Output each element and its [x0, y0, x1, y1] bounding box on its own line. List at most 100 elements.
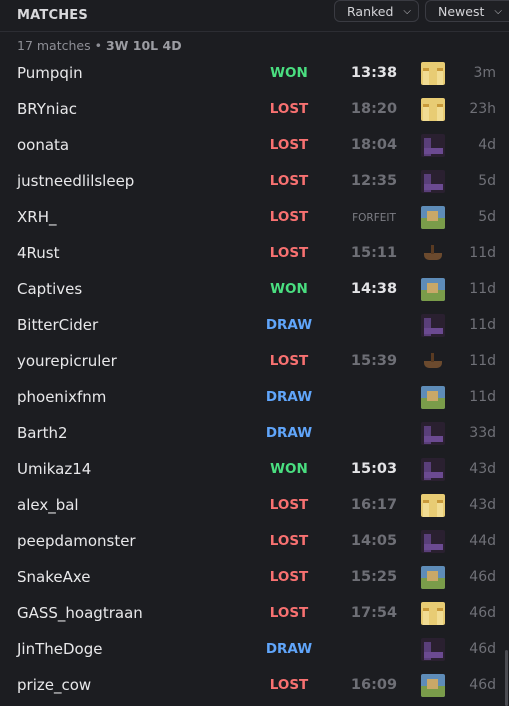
opponent-name[interactable]: peepdamonster	[17, 532, 136, 550]
match-result: WON	[270, 281, 308, 297]
match-row[interactable]: GASS_hoagtraan LOST 17:54 46d	[0, 596, 509, 632]
match-time: 14:38	[350, 281, 398, 297]
match-time: 16:09	[350, 677, 398, 693]
match-result: LOST	[269, 101, 309, 117]
match-age: 11d	[469, 281, 496, 297]
match-age: 4d	[478, 137, 496, 153]
match-age: 3m	[473, 65, 496, 81]
bastion-icon	[421, 530, 445, 553]
bastion-icon	[421, 170, 445, 193]
opponent-name[interactable]: GASS_hoagtraan	[17, 604, 143, 622]
match-age: 46d	[469, 569, 496, 585]
bastion-icon	[421, 422, 445, 445]
match-row[interactable]: justneedlilsleep LOST 12:35 5d	[0, 164, 509, 200]
match-time: 15:39	[350, 353, 398, 369]
desert-temple-icon	[421, 98, 445, 121]
opponent-name[interactable]: yourepicruler	[17, 352, 117, 370]
opponent-name[interactable]: Barth2	[17, 424, 68, 442]
sort-dropdown[interactable]: Newest ⌵	[425, 0, 509, 22]
match-row[interactable]: oonata LOST 18:04 4d	[0, 128, 509, 164]
match-age: 46d	[469, 605, 496, 621]
match-age: 11d	[469, 389, 496, 405]
matches-header: MATCHES Ranked ⌵ Newest ⌵	[0, 0, 509, 32]
match-age: 5d	[478, 173, 496, 189]
match-row[interactable]: SnakeAxe LOST 15:25 46d	[0, 560, 509, 596]
match-result: WON	[270, 461, 308, 477]
shipwreck-icon	[421, 350, 445, 373]
match-row[interactable]: 4Rust LOST 15:11 11d	[0, 236, 509, 272]
opponent-name[interactable]: 4Rust	[17, 244, 60, 262]
match-time: 16:17	[350, 497, 398, 513]
match-row[interactable]: alex_bal LOST 16:17 43d	[0, 488, 509, 524]
village-icon	[421, 566, 445, 589]
match-result: DRAW	[265, 389, 313, 405]
opponent-name[interactable]: XRH_	[17, 208, 56, 226]
match-row[interactable]: Pumpqin WON 13:38 3m	[0, 56, 509, 92]
opponent-name[interactable]: prize_cow	[17, 676, 91, 694]
scrollbar[interactable]	[505, 650, 508, 706]
match-row[interactable]: Barth2 DRAW 33d	[0, 416, 509, 452]
opponent-name[interactable]: Captives	[17, 280, 82, 298]
match-result: LOST	[269, 245, 309, 261]
match-row[interactable]: JinTheDoge DRAW 46d	[0, 632, 509, 668]
opponent-name[interactable]: SnakeAxe	[17, 568, 91, 586]
match-result: DRAW	[265, 425, 313, 441]
match-result: LOST	[269, 353, 309, 369]
match-result: LOST	[269, 497, 309, 513]
match-time: 18:04	[350, 137, 398, 153]
match-result: LOST	[269, 137, 309, 153]
desert-temple-icon	[421, 62, 445, 85]
match-time: 13:38	[350, 65, 398, 81]
section-title: MATCHES	[17, 8, 88, 23]
match-row[interactable]: BRYniac LOST 18:20 23h	[0, 92, 509, 128]
village-icon	[421, 206, 445, 229]
match-result: LOST	[269, 605, 309, 621]
match-row[interactable]: phoenixfnm DRAW 11d	[0, 380, 509, 416]
match-row[interactable]: Umikaz14 WON 15:03 43d	[0, 452, 509, 488]
summary-separator: •	[90, 38, 106, 53]
match-time: 17:54	[350, 605, 398, 621]
chevron-down-icon: ⌵	[494, 5, 502, 17]
match-row[interactable]: BitterCider DRAW 11d	[0, 308, 509, 344]
match-result: LOST	[269, 677, 309, 693]
village-icon	[421, 386, 445, 409]
match-row[interactable]: Captives WON 14:38 11d	[0, 272, 509, 308]
chevron-down-icon: ⌵	[403, 5, 412, 17]
match-result: LOST	[269, 209, 309, 225]
match-result: LOST	[269, 569, 309, 585]
match-count: 17 matches	[17, 38, 91, 53]
ranked-filter-label: Ranked	[347, 3, 394, 19]
opponent-name[interactable]: justneedlilsleep	[17, 172, 134, 190]
match-time: 15:25	[350, 569, 398, 585]
match-row[interactable]: XRH_ LOST FORFEIT 5d	[0, 200, 509, 236]
shipwreck-icon	[421, 242, 445, 265]
match-row[interactable]: peepdamonster LOST 14:05 44d	[0, 524, 509, 560]
match-age: 11d	[469, 353, 496, 369]
sort-label: Newest	[438, 3, 485, 19]
desert-temple-icon	[421, 602, 445, 625]
opponent-name[interactable]: oonata	[17, 136, 69, 154]
opponent-name[interactable]: alex_bal	[17, 496, 79, 514]
opponent-name[interactable]: BRYniac	[17, 100, 77, 118]
bastion-icon	[421, 458, 445, 481]
opponent-name[interactable]: Umikaz14	[17, 460, 91, 478]
match-age: 43d	[469, 461, 496, 477]
match-age: 33d	[469, 425, 496, 441]
bastion-icon	[421, 314, 445, 337]
match-time: 15:11	[350, 245, 398, 261]
match-row[interactable]: prize_cow LOST 16:09 46d	[0, 668, 509, 704]
match-age: 44d	[469, 533, 496, 549]
opponent-name[interactable]: BitterCider	[17, 316, 98, 334]
opponent-name[interactable]: JinTheDoge	[17, 640, 102, 658]
opponent-name[interactable]: phoenixfnm	[17, 388, 106, 406]
match-time: 15:03	[350, 461, 398, 477]
match-summary: 17 matches • 3W 10L 4D	[17, 38, 182, 53]
match-age: 46d	[469, 677, 496, 693]
opponent-name[interactable]: Pumpqin	[17, 64, 83, 82]
match-time: 12:35	[350, 173, 398, 189]
match-result: LOST	[269, 173, 309, 189]
match-result: LOST	[269, 533, 309, 549]
match-row[interactable]: yourepicruler LOST 15:39 11d	[0, 344, 509, 380]
match-age: 43d	[469, 497, 496, 513]
ranked-filter-dropdown[interactable]: Ranked ⌵	[334, 0, 419, 22]
